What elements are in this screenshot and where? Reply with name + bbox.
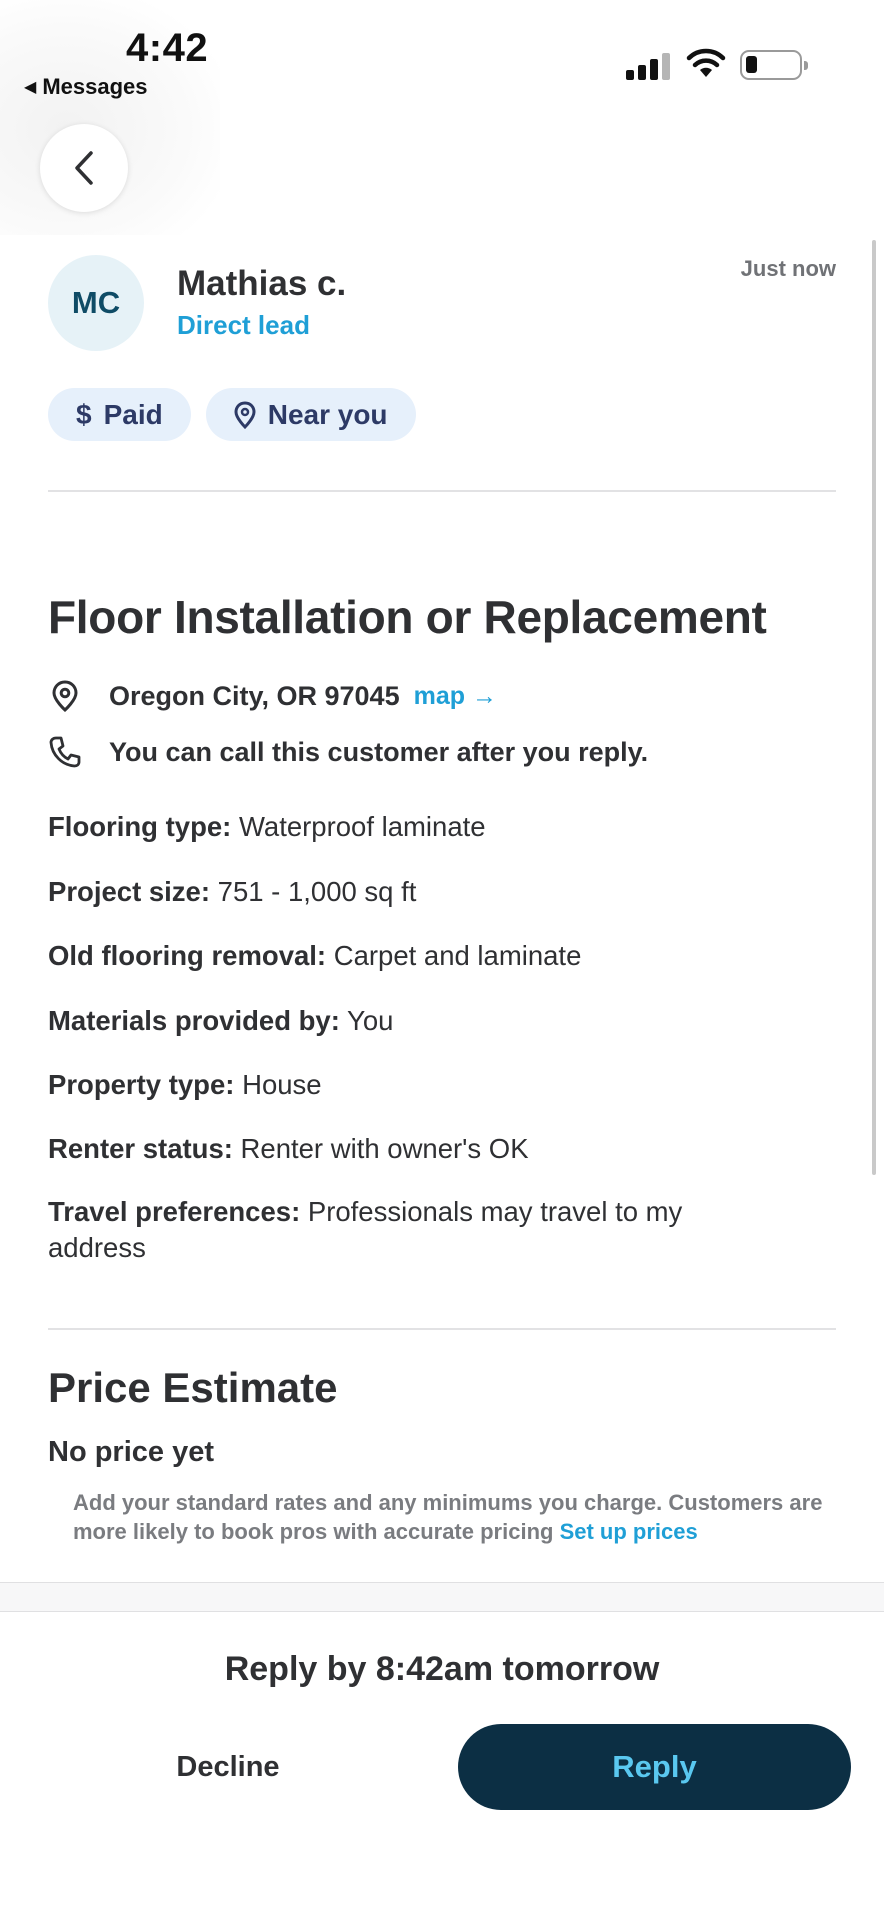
call-note-row: You can call this customer after you rep… — [48, 734, 648, 770]
dollar-icon: $ — [76, 398, 92, 430]
screen: 4:42 ◀ Messages MC Mathias c. Direct lea… — [0, 0, 884, 1920]
lead-type: Direct lead — [177, 310, 310, 340]
detail-old-flooring-removal: Old flooring removal: Carpet and laminat… — [48, 940, 582, 971]
price-status: No price yet — [48, 1436, 214, 1468]
near-you-badge-label: Near you — [267, 398, 388, 430]
badge-row: $ Paid Near you — [48, 388, 416, 441]
status-bar: 4:42 ◀ Messages — [0, 0, 884, 110]
location-pin-icon — [234, 400, 256, 429]
divider — [48, 490, 836, 492]
paid-badge: $ Paid — [48, 388, 191, 441]
scroll-edge — [0, 1582, 884, 1612]
job-title: Floor Installation or Replacement — [48, 591, 767, 643]
price-estimate-heading: Price Estimate — [48, 1364, 338, 1411]
decline-button[interactable]: Decline — [128, 1724, 328, 1810]
price-note: Add your standard rates and any minimums… — [73, 1490, 823, 1544]
chevron-left-icon — [75, 151, 93, 185]
timestamp: Just now — [740, 256, 836, 281]
wifi-icon — [686, 48, 726, 77]
paid-badge-label: Paid — [103, 398, 163, 430]
divider — [48, 1328, 836, 1330]
reply-button[interactable]: Reply — [458, 1724, 851, 1810]
detail-materials-provided-by: Materials provided by: You — [48, 1005, 394, 1036]
job-location: Oregon City, OR 97045 — [109, 680, 400, 711]
location-row: Oregon City, OR 97045 map → — [48, 678, 497, 714]
status-time: 4:42 — [126, 26, 209, 70]
detail-renter-status: Renter status: Renter with owner's OK — [48, 1133, 529, 1164]
back-app-label: Messages — [42, 74, 148, 99]
detail-travel-preferences: Travel preferences: Professionals may tr… — [48, 1196, 683, 1263]
reply-deadline: Reply by 8:42am tomorrow — [224, 1650, 660, 1688]
back-to-app-link[interactable]: ◀ Messages — [24, 74, 148, 100]
scrollbar[interactable] — [872, 240, 876, 1175]
near-you-badge: Near you — [205, 388, 416, 441]
avatar: MC — [48, 255, 144, 351]
set-up-prices-link[interactable]: Set up prices — [560, 1519, 698, 1544]
customer-name: Mathias c. — [177, 264, 347, 303]
detail-flooring-type: Flooring type: Waterproof laminate — [48, 811, 486, 842]
back-triangle-icon: ◀ — [24, 79, 37, 96]
phone-icon — [48, 734, 82, 770]
battery-level — [746, 56, 757, 73]
detail-property-type: Property type: House — [48, 1069, 322, 1100]
location-pin-icon — [48, 678, 82, 714]
map-link[interactable]: map → — [414, 682, 497, 711]
back-button[interactable] — [40, 124, 128, 212]
cellular-signal-icon — [626, 52, 672, 80]
battery-icon — [740, 50, 808, 80]
detail-project-size: Project size: 751 - 1,000 sq ft — [48, 876, 417, 907]
call-note: You can call this customer after you rep… — [109, 736, 649, 767]
